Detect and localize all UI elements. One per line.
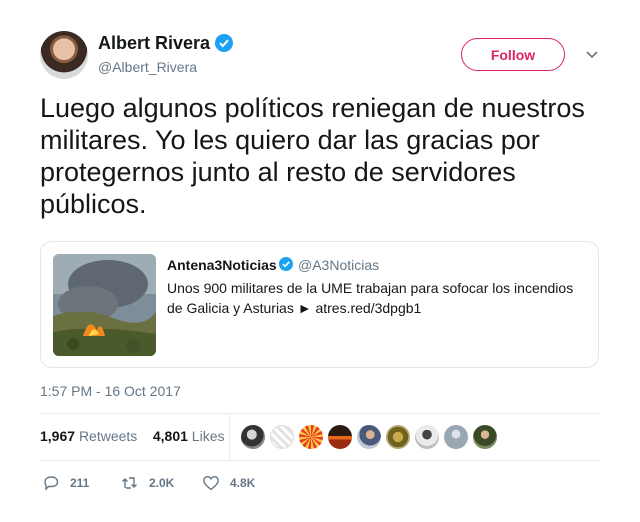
tweet-text: Luego algunos políticos reniegan de nues… (40, 93, 585, 219)
retweet-icon (122, 477, 137, 489)
reply-action[interactable]: 211 (42, 473, 89, 493)
retweets-count[interactable]: 1,967 (40, 428, 75, 444)
follow-button[interactable]: Follow (461, 38, 565, 71)
engagement-stats: 1,967 Retweets 4,801 Likes (40, 428, 224, 444)
verified-badge-icon (215, 34, 233, 52)
reply-icon (44, 476, 59, 491)
tweet-timestamp[interactable]: 1:57 PM - 16 Oct 2017 (40, 383, 181, 399)
divider (40, 413, 600, 414)
liker-avatar[interactable] (270, 425, 294, 449)
liker-avatar[interactable] (473, 425, 497, 449)
liker-avatar[interactable] (386, 425, 410, 449)
like-count: 4.8K (230, 476, 256, 490)
liker-avatar[interactable] (328, 425, 352, 449)
author-name[interactable]: Albert Rivera (98, 33, 210, 54)
author-handle[interactable]: @Albert_Rivera (98, 59, 197, 75)
quoted-tweet-image (53, 254, 156, 356)
chevron-down-icon[interactable] (584, 46, 600, 62)
retweets-label[interactable]: Retweets (79, 428, 137, 444)
liker-avatar[interactable] (299, 425, 323, 449)
divider (40, 460, 600, 461)
liker-avatar[interactable] (415, 425, 439, 449)
liker-avatar[interactable] (241, 425, 265, 449)
quoted-tweet-card[interactable]: Antena3Noticias @A3Noticias Unos 900 mil… (40, 241, 599, 368)
quoted-tweet-text: Unos 900 militares de la UME trabajan pa… (167, 280, 574, 316)
heart-icon (203, 475, 219, 491)
quoted-verified-badge-icon (279, 257, 293, 271)
liker-avatar[interactable] (444, 425, 468, 449)
stats-divider (229, 414, 230, 460)
like-action[interactable]: 4.8K (202, 473, 255, 493)
retweet-action[interactable]: 2.0K (121, 473, 174, 493)
author-avatar[interactable] (40, 31, 88, 79)
retweet-count: 2.0K (149, 476, 175, 490)
likes-count[interactable]: 4,801 (153, 428, 188, 444)
quoted-author-name[interactable]: Antena3Noticias (167, 257, 277, 273)
likes-label[interactable]: Likes (192, 428, 225, 444)
liker-avatar[interactable] (357, 425, 381, 449)
reply-count: 211 (70, 476, 90, 490)
quoted-author-handle[interactable]: @A3Noticias (298, 257, 379, 273)
